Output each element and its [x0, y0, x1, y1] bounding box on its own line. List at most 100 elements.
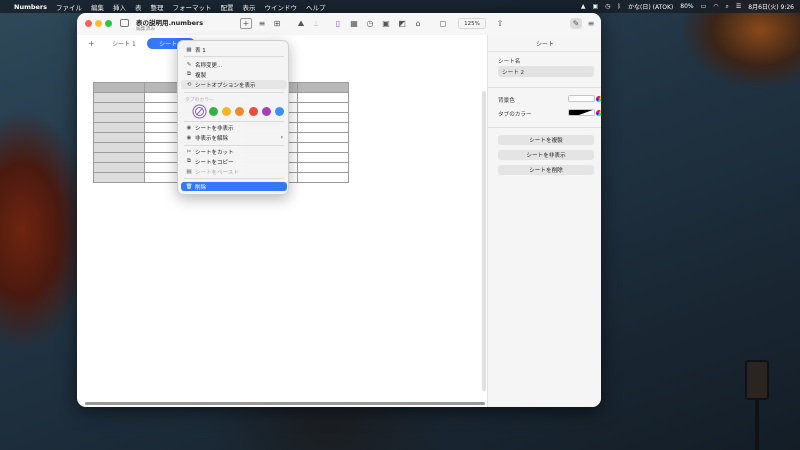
document-icon[interactable]: ▯: [332, 18, 344, 29]
comment-icon[interactable]: ◻: [437, 18, 449, 29]
horizontal-scrollbar[interactable]: [85, 402, 485, 405]
share-icon[interactable]: ⇧: [494, 18, 506, 29]
menu-app-name[interactable]: Numbers: [14, 3, 47, 11]
menu-item-copy-sheet[interactable]: ⧉ シートをコピー: [181, 157, 287, 166]
paste-icon: ▤: [186, 168, 192, 175]
time-machine-icon[interactable]: ◷: [605, 3, 610, 10]
yellow-swatch[interactable]: [222, 107, 231, 116]
duplicate-icon: ⧉: [187, 71, 191, 77]
menu-bar: Numbers ファイル 編集 挿入 表 整理 フォーマット 配置 表示 ウイン…: [0, 0, 800, 13]
divider: [488, 87, 601, 88]
menu-item-table-1[interactable]: ▦ 表 1: [181, 45, 287, 54]
text-icon[interactable]: ▣: [380, 18, 392, 29]
table-icon: ▦: [186, 46, 192, 53]
zoom-window-button[interactable]: [105, 20, 112, 27]
plus-icon[interactable]: +: [88, 39, 95, 48]
green-swatch[interactable]: [209, 107, 218, 116]
menu-help[interactable]: ヘルプ: [306, 2, 326, 12]
table-icon[interactable]: ▦: [348, 18, 360, 29]
sheet-name-input[interactable]: シート 2: [498, 66, 594, 77]
duplicate-sheet-button[interactable]: シートを複製: [498, 135, 594, 145]
menu-item-rename[interactable]: ✎ 名称変更...: [181, 60, 287, 69]
bluetooth-icon[interactable]: ᛒ: [617, 3, 621, 10]
menu-separator: [184, 178, 284, 179]
display-icon[interactable]: ▣: [593, 3, 599, 10]
eye-icon: ◉: [186, 124, 192, 131]
title-bar: 表の説明用.numbers 編集済み + ≡ ⊞ ⛰ ⟂ ▯ ▦ ◷ ▣ ◩ ⌂…: [77, 13, 601, 35]
wallpaper-lantern: [745, 360, 769, 400]
organize-icon[interactable]: ≡: [585, 18, 597, 29]
menu-edit[interactable]: 編集: [91, 2, 104, 12]
list-icon[interactable]: ≡: [256, 18, 268, 29]
menu-item-cut-sheet[interactable]: ✂ シートをカット: [181, 147, 287, 156]
input-method-indicator[interactable]: かな(日) (ATOK): [628, 2, 673, 11]
tab-color-section-header: タブのカラー: [185, 98, 214, 103]
menu-window[interactable]: ウインドウ: [264, 2, 297, 12]
purple-swatch[interactable]: [262, 107, 271, 116]
minimize-window-button[interactable]: [95, 20, 102, 27]
menu-item-hide-sheet[interactable]: ◉ シートを非表示: [181, 123, 287, 132]
menu-item-unhide[interactable]: ◉ 非表示を解除 ›: [181, 133, 287, 142]
clock[interactable]: 8月6日(火) 9:26: [748, 2, 794, 11]
menu-file[interactable]: ファイル: [56, 2, 82, 12]
chevron-right-icon: ›: [280, 134, 283, 141]
search-icon[interactable]: ⌕: [726, 3, 729, 11]
trash-icon: 🗑: [185, 183, 193, 190]
pivot-table-icon[interactable]: ⊞: [271, 18, 283, 29]
chart-icon[interactable]: ◷: [364, 18, 376, 29]
tab-color-well[interactable]: [568, 109, 595, 116]
menu-item-duplicate[interactable]: ⧉ 複製: [181, 70, 287, 79]
menu-view[interactable]: 表示: [242, 2, 255, 12]
pencil-icon: ✎: [186, 61, 192, 68]
close-window-button[interactable]: [85, 20, 92, 27]
insert-media-icon[interactable]: ⛰: [295, 18, 307, 29]
add-category-icon[interactable]: +: [240, 18, 252, 29]
format-brush-icon[interactable]: ✎: [570, 18, 582, 29]
wifi-icon[interactable]: ◠: [713, 3, 718, 10]
battery-percentage: 80%: [680, 3, 694, 10]
background-color-well[interactable]: [568, 95, 595, 102]
copy-icon: ⧉: [187, 158, 191, 164]
inspector-title: シート: [535, 41, 554, 48]
divider: [488, 127, 601, 128]
control-center-icon[interactable]: ☰: [736, 3, 741, 10]
sidebar-toggle-icon[interactable]: [120, 19, 129, 27]
numbers-window: 表の説明用.numbers 編集済み + ≡ ⊞ ⛰ ⟂ ▯ ▦ ◷ ▣ ◩ ⌂…: [77, 13, 601, 407]
sheet-name-label: シート名: [498, 59, 521, 65]
media-icon[interactable]: ⌂: [412, 18, 424, 29]
orange-swatch[interactable]: [235, 107, 244, 116]
format-icon[interactable]: ⟂: [310, 18, 322, 29]
sheet-context-menu: ▦ 表 1 ✎ 名称変更... ⧉ 複製 ⟲ シートオプションを表示 タブのカラー ◉ シ…: [177, 40, 289, 195]
inspector-panel: シート シート名 シート 2 背景色 タブのカラー シートを複製 シートを非表示…: [487, 35, 601, 407]
menu-separator: [184, 121, 284, 122]
hide-sheet-button[interactable]: シートを非表示: [498, 150, 594, 160]
red-swatch[interactable]: [249, 107, 258, 116]
no-color-swatch[interactable]: [195, 107, 204, 116]
menu-insert[interactable]: 挿入: [113, 2, 126, 12]
sheet-options-icon: ⟲: [186, 81, 192, 88]
menu-item-paste-sheet[interactable]: ▤ シートをペースト: [181, 167, 287, 176]
tab-color-label: タブのカラー: [498, 112, 532, 118]
background-color-label: 背景色: [498, 98, 515, 104]
vertical-scrollbar[interactable]: [482, 91, 486, 391]
document-status: 編集済み: [136, 27, 156, 32]
menu-organize[interactable]: 整理: [150, 2, 163, 12]
battery-icon[interactable]: ▭: [701, 3, 707, 10]
menu-arrange[interactable]: 配置: [220, 2, 233, 12]
color-picker-icon[interactable]: [596, 96, 601, 102]
divider: [488, 51, 601, 52]
wallpaper-lantern-post: [755, 400, 759, 450]
delete-sheet-button[interactable]: シートを削除: [498, 165, 594, 175]
menu-separator: [184, 92, 284, 93]
menu-item-show-sheet-options[interactable]: ⟲ シートオプションを表示: [181, 80, 287, 89]
tab-sheet-1[interactable]: シート 1: [103, 38, 145, 49]
menu-table[interactable]: 表: [135, 2, 142, 12]
menu-item-delete[interactable]: 🗑 削除: [181, 182, 287, 191]
shape-icon[interactable]: ◩: [396, 18, 408, 29]
status-app-icon[interactable]: ▲: [581, 3, 586, 10]
color-picker-icon[interactable]: [596, 110, 601, 116]
menu-format[interactable]: フォーマット: [172, 2, 211, 12]
zoom-select[interactable]: 125%: [458, 18, 486, 29]
blue-swatch[interactable]: [275, 107, 284, 116]
scissors-icon: ✂: [186, 148, 192, 155]
